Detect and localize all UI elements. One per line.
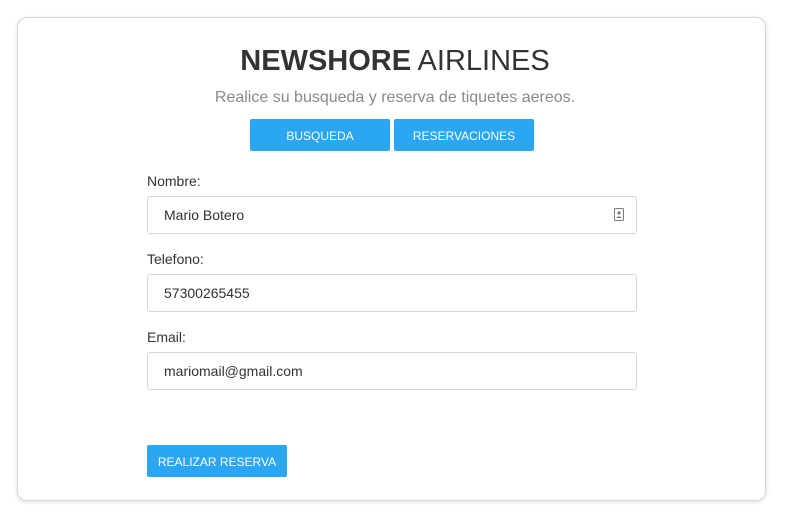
reservaciones-button[interactable]: RESERVACIONES (394, 119, 534, 151)
realizar-reserva-button[interactable]: REALIZAR RESERVA (147, 445, 287, 477)
email-field-box (147, 352, 637, 390)
email-input[interactable] (164, 353, 594, 389)
telefono-label: Telefono: (147, 251, 204, 267)
nombre-label: Nombre: (147, 173, 201, 189)
title-brand: NEWSHORE (240, 45, 412, 77)
email-label: Email: (147, 329, 186, 345)
nombre-field-box (147, 196, 637, 234)
contact-card-icon[interactable] (614, 208, 624, 221)
telefono-field-box (147, 274, 637, 312)
nombre-input[interactable] (164, 197, 594, 233)
page-subtitle: Realice su busqueda y reserva de tiquete… (214, 89, 576, 106)
page-title: NEWSHORE AIRLINES (0, 44, 790, 78)
title-suffix: AIRLINES (417, 45, 550, 77)
busqueda-button[interactable]: BUSQUEDA (250, 119, 390, 151)
telefono-input[interactable] (164, 275, 594, 311)
